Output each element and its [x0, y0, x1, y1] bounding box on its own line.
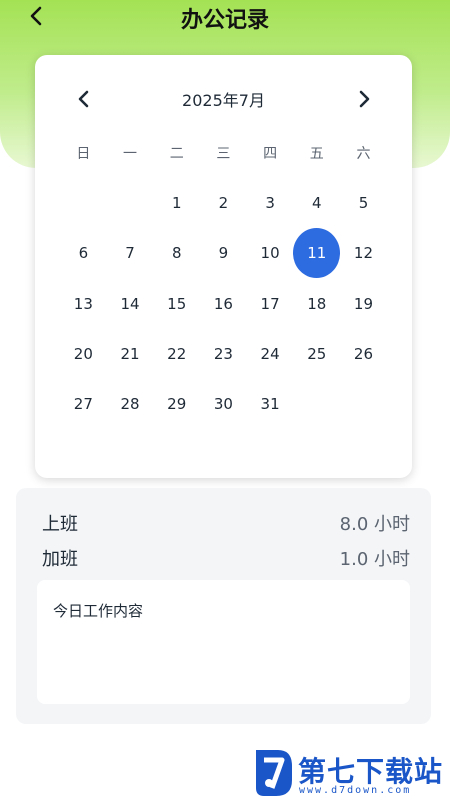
overtime-hours-value: 1.0 小时 [339, 549, 410, 570]
overtime-hours-label: 加班 [42, 549, 78, 570]
day-number: 21 [120, 345, 140, 364]
day-number: 6 [78, 244, 89, 263]
day-cell[interactable]: 8 [153, 228, 200, 278]
weekday-label: 日 [76, 146, 91, 162]
day-cell[interactable]: 26 [340, 329, 387, 379]
day-number: 2 [218, 194, 229, 213]
day-number: 30 [213, 395, 233, 414]
day-number: 17 [260, 294, 280, 313]
day-cell[interactable]: 18 [293, 279, 340, 329]
day-number: 24 [260, 345, 280, 364]
day-number: 27 [73, 395, 93, 414]
empty-day-cell [107, 178, 154, 228]
day-cell[interactable]: 23 [200, 329, 247, 379]
day-cell[interactable]: 28 [107, 379, 154, 429]
day-cell[interactable]: 27 [60, 379, 107, 429]
day-cell[interactable]: 22 [153, 329, 200, 379]
day-number: 16 [213, 294, 233, 313]
day-cell[interactable]: 14 [107, 279, 154, 329]
day-cell[interactable]: 16 [200, 279, 247, 329]
day-number: 12 [353, 244, 374, 263]
day-cell[interactable]: 24 [247, 329, 294, 379]
day-cell[interactable]: 7 [107, 228, 154, 278]
work-hours-label: 上班 [42, 514, 78, 535]
chevron-right-icon [359, 90, 370, 108]
day-cell[interactable]: 2 [200, 178, 247, 228]
day-number: 4 [312, 194, 322, 213]
day-cell[interactable]: 29 [153, 379, 200, 429]
watermark-name: 第七下载站 [298, 755, 444, 788]
day-number: 19 [353, 294, 374, 313]
weekday-label: 六 [356, 146, 371, 162]
day-cell[interactable]: 15 [153, 279, 200, 329]
weekday-label: 二 [169, 146, 184, 162]
day-cell[interactable]: 21 [107, 329, 154, 379]
day-number: 28 [120, 395, 140, 414]
work-content-placeholder: 今日工作内容 [53, 602, 144, 620]
day-number: 1 [171, 194, 182, 213]
day-number: 14 [120, 294, 140, 313]
day-number: 20 [73, 345, 93, 364]
calendar-nav: 2025年7月 [35, 55, 412, 135]
day-number: 23 [213, 345, 233, 364]
day-number: 18 [307, 294, 327, 313]
day-number: 10 [260, 244, 280, 263]
weekday-label: 四 [263, 146, 278, 162]
day-number: 7 [125, 244, 135, 263]
work-content-input[interactable]: 今日工作内容 [37, 580, 410, 704]
days-grid: 1 2 3 4 5 6 7 8 9 10 11 12 13 14 15 16 17 18 19 20 21 22 23 24 2… [60, 178, 387, 429]
day-cell[interactable]: 17 [247, 279, 294, 329]
day-cell[interactable]: 31 [247, 379, 294, 429]
empty-day-cell [60, 178, 107, 228]
day-number: 5 [358, 194, 369, 213]
day-number: 22 [167, 345, 187, 364]
day-number: 11 [293, 228, 341, 279]
day-cell[interactable]: 25 [293, 329, 340, 379]
work-hours-row[interactable]: 上班 8.0 小时 [16, 508, 431, 538]
empty-day-cell [293, 379, 340, 429]
day-cell[interactable]: 6 [60, 228, 107, 278]
day-number: 9 [218, 244, 229, 263]
weekday-label: 五 [309, 146, 324, 162]
next-month-button[interactable] [350, 85, 378, 113]
watermark-url: www.d7down.com [299, 785, 412, 796]
work-hours-value: 8.0 小时 [339, 514, 410, 535]
day-number: 31 [260, 395, 280, 414]
day-cell[interactable]: 30 [200, 379, 247, 429]
day-cell[interactable]: 4 [293, 178, 340, 228]
page-title: 办公记录 [180, 8, 269, 33]
empty-day-cell [340, 379, 387, 429]
day-number: 25 [307, 345, 327, 364]
day-cell[interactable]: 3 [247, 178, 294, 228]
weekday-header: 日 一 二 三 四 五 六 [60, 143, 387, 167]
d7-logo-icon [256, 750, 292, 796]
day-cell[interactable]: 13 [60, 279, 107, 329]
day-cell[interactable]: 9 [200, 228, 247, 278]
day-number: 13 [73, 294, 93, 313]
day-number: 8 [171, 244, 182, 263]
app-header: 办公记录 [0, 0, 450, 36]
day-cell[interactable]: 5 [340, 178, 387, 228]
weekday-label: 一 [123, 146, 138, 162]
weekday-label: 三 [216, 146, 231, 162]
day-cell[interactable]: 10 [247, 228, 294, 278]
day-cell[interactable]: 1 [153, 178, 200, 228]
overtime-hours-row[interactable]: 加班 1.0 小时 [16, 543, 431, 573]
selected-day-cell[interactable]: 11 [293, 228, 341, 279]
work-summary-panel: 上班 8.0 小时 加班 1.0 小时 今日工作内容 [16, 488, 431, 724]
site-watermark: 第七下载站 www.d7down.com [252, 748, 447, 798]
day-cell[interactable]: 19 [340, 279, 387, 329]
day-number: 26 [353, 345, 374, 364]
day-number: 29 [167, 395, 187, 414]
day-cell[interactable]: 20 [60, 329, 107, 379]
calendar-card: 2025年7月 日 一 二 三 四 五 六 1 2 3 4 5 6 7 8 9 10 11 12 13 1… [35, 55, 412, 478]
day-number: 3 [265, 194, 275, 213]
day-number: 15 [167, 294, 187, 313]
day-cell[interactable]: 12 [340, 228, 387, 278]
